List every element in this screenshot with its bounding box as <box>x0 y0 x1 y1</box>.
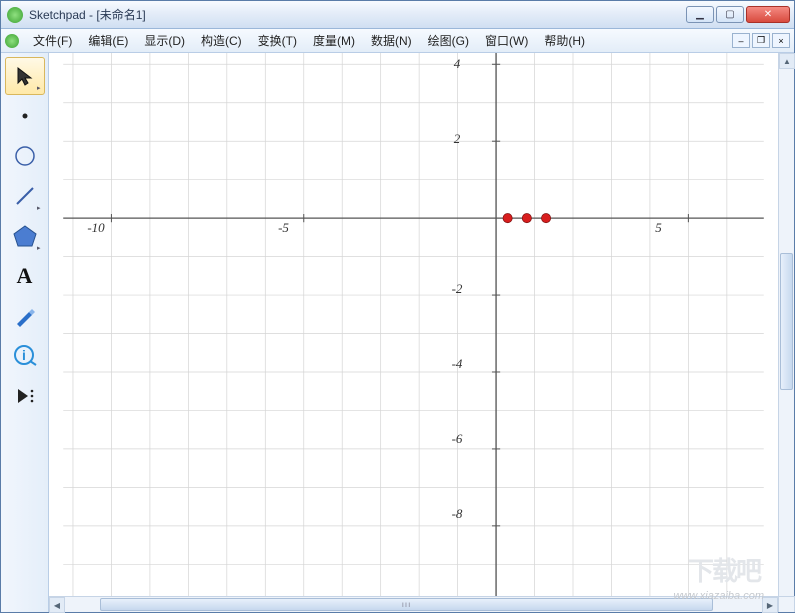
menu-9[interactable]: 帮助(H) <box>536 29 593 52</box>
info-tool[interactable]: i <box>5 337 45 375</box>
mdi-minimize-button[interactable]: – <box>732 33 750 48</box>
y-tick-label: -8 <box>452 506 463 522</box>
polygon-tool[interactable]: ▸ <box>5 217 45 255</box>
menu-4[interactable]: 变换(T) <box>250 29 305 52</box>
menu-6[interactable]: 数据(N) <box>363 29 420 52</box>
minimize-button[interactable]: ▁ <box>686 6 714 23</box>
mdi-controls: – ❐ × <box>732 33 790 48</box>
x-tick-label: -10 <box>87 220 104 236</box>
menu-8[interactable]: 窗口(W) <box>477 29 536 52</box>
circle-tool[interactable] <box>5 137 45 175</box>
mdi-restore-button[interactable]: ❐ <box>752 33 770 48</box>
menu-5[interactable]: 度量(M) <box>305 29 363 52</box>
menubar: 文件(F)编辑(E)显示(D)构造(C)变换(T)度量(M)数据(N)绘图(G)… <box>1 29 794 53</box>
vscroll-thumb[interactable] <box>780 253 793 390</box>
line-tool[interactable]: ▸ <box>5 177 45 215</box>
menu-3[interactable]: 构造(C) <box>193 29 250 52</box>
workspace: ▸▸▸Ai -10-5542-2-4-6-8 下载吧 www.xiazaiba.… <box>1 53 794 612</box>
arrow-tool[interactable]: ▸ <box>5 57 45 95</box>
app-icon <box>7 7 23 23</box>
y-tick-label: 4 <box>454 56 461 72</box>
window-title: Sketchpad - [未命名1] <box>29 6 146 23</box>
y-tick-label: -2 <box>452 281 463 297</box>
hscroll-thumb[interactable]: ııı <box>100 598 713 611</box>
data-point[interactable] <box>522 214 531 223</box>
mdi-close-button[interactable]: × <box>772 33 790 48</box>
data-point[interactable] <box>541 214 550 223</box>
menu-2[interactable]: 显示(D) <box>136 29 193 52</box>
x-tick-label: 5 <box>655 220 662 236</box>
titlebar: Sketchpad - [未命名1] ▁ ▢ ✕ <box>1 1 794 29</box>
toolbar: ▸▸▸Ai <box>1 53 49 612</box>
text-tool[interactable]: A <box>5 257 45 295</box>
doc-name: [未命名1] <box>96 8 145 22</box>
canvas[interactable]: -10-5542-2-4-6-8 下载吧 www.xiazaiba.com <box>49 53 778 612</box>
svg-text:i: i <box>22 347 26 363</box>
app-name: Sketchpad <box>29 8 86 22</box>
close-button[interactable]: ✕ <box>746 6 790 23</box>
doc-icon <box>5 34 19 48</box>
data-point[interactable] <box>503 214 512 223</box>
menu-7[interactable]: 绘图(G) <box>420 29 477 52</box>
menu-0[interactable]: 文件(F) <box>25 29 80 52</box>
scroll-up-icon[interactable]: ▲ <box>779 53 795 69</box>
coordinate-grid <box>49 53 778 612</box>
point-tool[interactable] <box>5 97 45 135</box>
y-tick-label: -4 <box>452 356 463 372</box>
scroll-right-icon[interactable]: ▶ <box>762 597 778 613</box>
scroll-left-icon[interactable]: ◀ <box>49 597 65 613</box>
maximize-button[interactable]: ▢ <box>716 6 744 23</box>
marker-tool[interactable] <box>5 297 45 335</box>
scroll-corner <box>778 596 794 612</box>
vertical-scrollbar[interactable]: ▲ ▼ <box>778 53 794 612</box>
menu-1[interactable]: 编辑(E) <box>80 29 136 52</box>
custom-tool[interactable] <box>5 377 45 415</box>
x-tick-label: -5 <box>278 220 289 236</box>
horizontal-scrollbar[interactable]: ◀ ııı ▶ <box>49 596 778 612</box>
y-tick-label: 2 <box>454 131 461 147</box>
y-tick-label: -6 <box>452 431 463 447</box>
